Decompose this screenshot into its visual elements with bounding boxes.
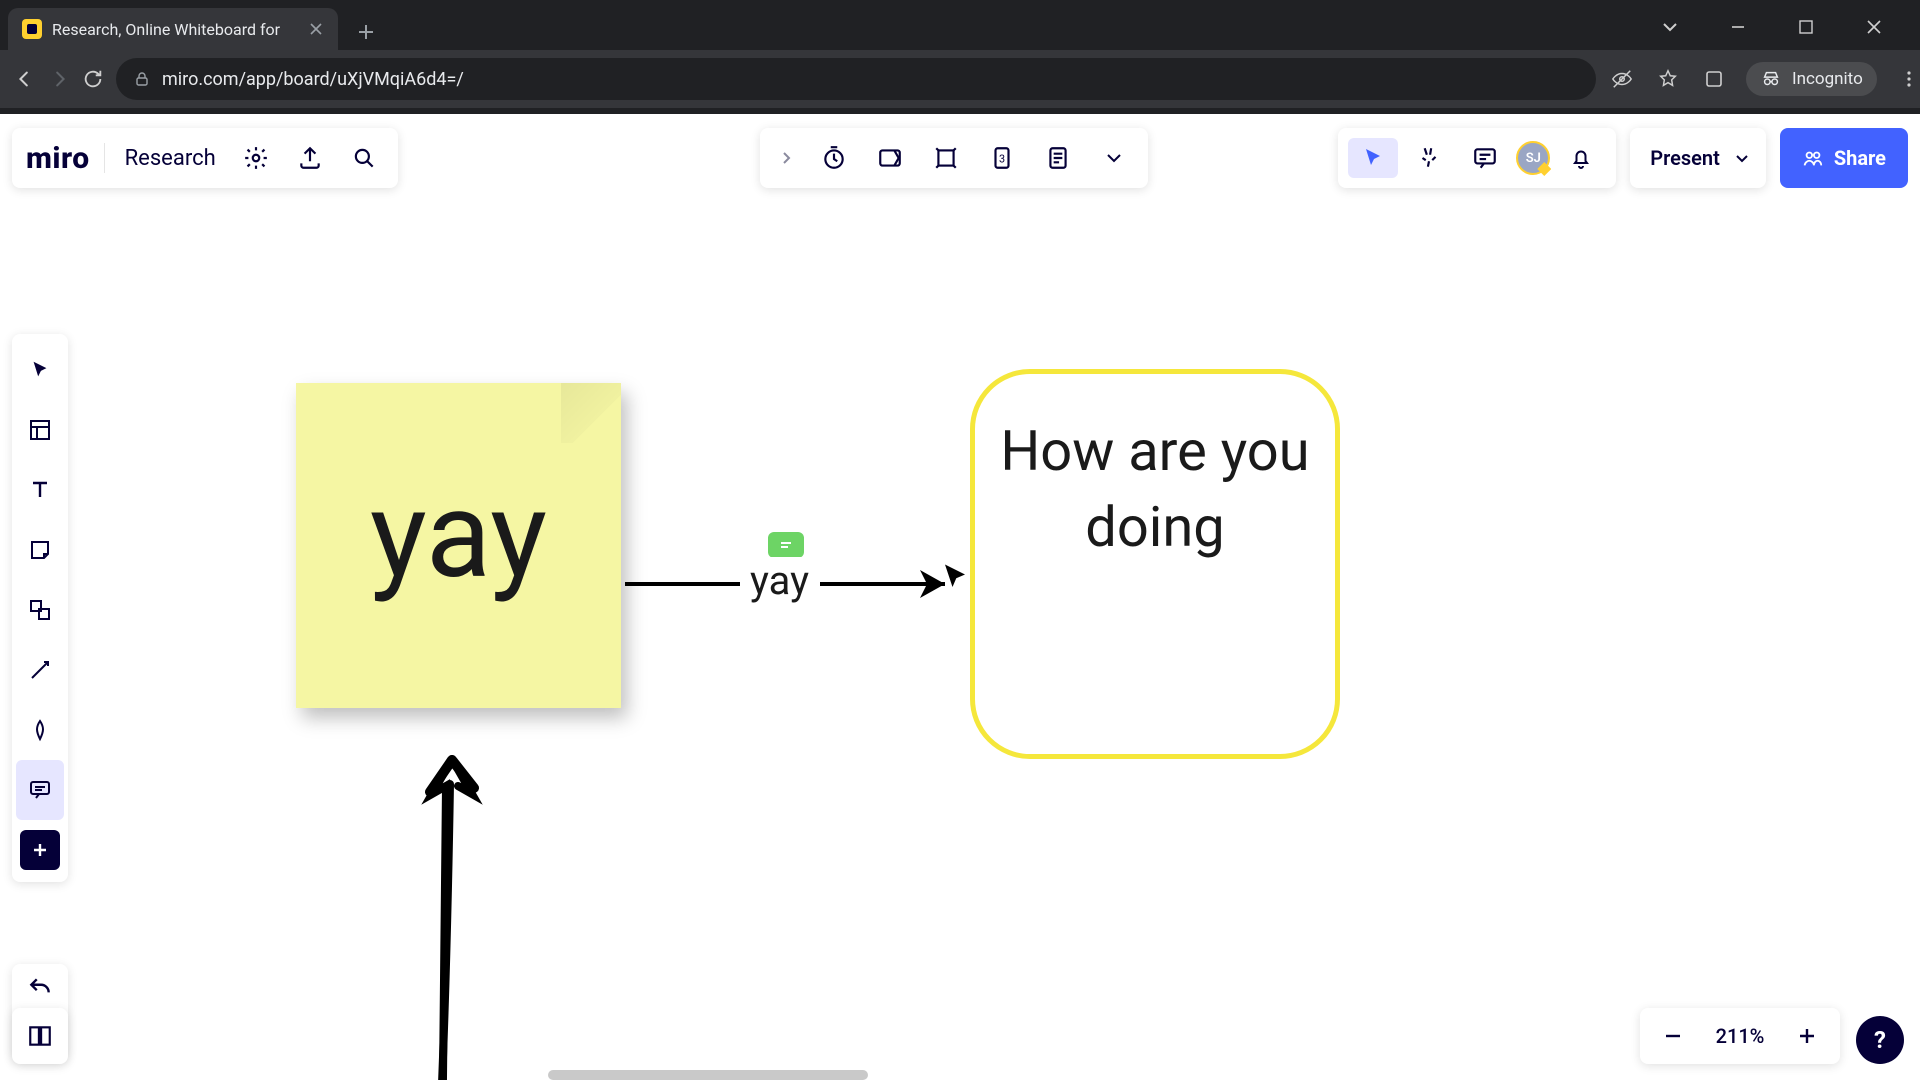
connector-label[interactable]: yay: [746, 557, 813, 604]
tab-title: Research, Online Whiteboard for: [52, 20, 298, 39]
eye-off-icon[interactable]: [1608, 65, 1636, 93]
help-button[interactable]: ?: [1856, 1016, 1904, 1064]
zoom-value[interactable]: 211%: [1700, 1024, 1780, 1048]
sticky-note-text[interactable]: yay: [370, 476, 547, 596]
miro-favicon: [22, 19, 42, 39]
chevron-down-icon[interactable]: [1730, 150, 1754, 166]
incognito-label: Incognito: [1792, 69, 1863, 89]
estimation-button[interactable]: 3: [976, 138, 1028, 178]
window-close-button[interactable]: [1854, 12, 1894, 42]
timer-button[interactable]: [808, 138, 860, 178]
incognito-icon: [1760, 68, 1782, 90]
window-minimize-button[interactable]: [1718, 12, 1758, 42]
settings-button[interactable]: [236, 138, 276, 178]
share-label: Share: [1834, 146, 1886, 170]
cursor-tool-button[interactable]: [1348, 138, 1398, 178]
remote-cursor-icon: [940, 562, 970, 592]
new-tab-button[interactable]: [348, 14, 384, 50]
pen-tool[interactable]: [16, 700, 64, 760]
zoom-out-button[interactable]: [1650, 1013, 1696, 1059]
horizontal-scrollbar[interactable]: [548, 1070, 868, 1080]
address-bar-right: Incognito: [1608, 62, 1920, 96]
frames-panel-button[interactable]: [12, 1008, 68, 1064]
shapes-tool[interactable]: [16, 580, 64, 640]
connection-line-tool[interactable]: [16, 640, 64, 700]
chevron-down-icon[interactable]: [1650, 12, 1690, 42]
undo-button[interactable]: [27, 975, 53, 1001]
avatar-initials: SJ: [1526, 151, 1541, 166]
lock-icon: [134, 71, 150, 87]
text-tool[interactable]: [16, 460, 64, 520]
miro-logo[interactable]: miro: [26, 141, 90, 176]
board-header-right: SJ Present Share: [1338, 128, 1908, 188]
sticky-fold-icon: [561, 383, 621, 443]
divider: [104, 143, 105, 173]
shape-text[interactable]: How are you doing: [975, 414, 1335, 565]
board-name[interactable]: Research: [119, 146, 222, 171]
bookmark-star-icon[interactable]: [1654, 65, 1682, 93]
zoom-in-button[interactable]: [1784, 1013, 1830, 1059]
sticky-note-tool[interactable]: [16, 520, 64, 580]
browser-menu-icon[interactable]: [1895, 65, 1920, 93]
browser-reload-button[interactable]: [82, 61, 104, 97]
comment-tool[interactable]: [16, 760, 64, 820]
svg-text:3: 3: [999, 152, 1005, 165]
select-tool[interactable]: [16, 340, 64, 400]
miro-app: miro Research 3 SJ Present Share: [0, 114, 1920, 1080]
rounded-rectangle-shape[interactable]: How are you doing: [970, 369, 1340, 759]
more-tools-button[interactable]: [20, 830, 60, 870]
note-button[interactable]: [1032, 138, 1084, 178]
share-button[interactable]: Share: [1780, 128, 1908, 188]
left-toolbar: [12, 334, 68, 882]
browser-address-bar: miro.com/app/board/uXjVMqiA6d4=/ Incogni…: [0, 50, 1920, 108]
extensions-icon[interactable]: [1700, 65, 1728, 93]
browser-chrome: Research, Online Whiteboard for miro.com…: [0, 0, 1920, 114]
notifications-button[interactable]: [1556, 138, 1606, 178]
collab-tools: SJ: [1338, 128, 1616, 188]
comments-button[interactable]: [1460, 138, 1510, 178]
browser-back-button[interactable]: [14, 61, 36, 97]
zoom-controls: 211%: [1640, 1008, 1840, 1064]
window-controls: [1650, 12, 1912, 50]
browser-omnibox[interactable]: miro.com/app/board/uXjVMqiA6d4=/: [116, 58, 1596, 100]
sticky-note[interactable]: yay: [296, 383, 621, 708]
reactions-button[interactable]: [1404, 138, 1454, 178]
top-apps-toolbar: 3: [760, 128, 1148, 188]
export-button[interactable]: [290, 138, 330, 178]
browser-titlebar: Research, Online Whiteboard for: [0, 0, 1920, 50]
browser-tab[interactable]: Research, Online Whiteboard for: [8, 8, 338, 50]
omnibox-url: miro.com/app/board/uXjVMqiA6d4=/: [162, 69, 1578, 90]
templates-tool[interactable]: [16, 400, 64, 460]
board-header-left: miro Research: [12, 128, 398, 188]
user-avatar[interactable]: SJ: [1516, 141, 1550, 175]
people-icon: [1802, 147, 1824, 169]
window-maximize-button[interactable]: [1786, 12, 1826, 42]
present-label: Present: [1650, 146, 1720, 170]
attention-button[interactable]: [920, 138, 972, 178]
connector-comment-icon[interactable]: [768, 532, 804, 558]
search-button[interactable]: [344, 138, 384, 178]
help-label: ?: [1874, 1026, 1886, 1054]
more-apps-button[interactable]: [1088, 138, 1140, 178]
freehand-arrow[interactable]: [402, 754, 502, 1080]
expand-toolbar-icon[interactable]: [768, 150, 804, 166]
incognito-chip[interactable]: Incognito: [1746, 62, 1877, 96]
browser-forward-button[interactable]: [48, 61, 70, 97]
voting-button[interactable]: [864, 138, 916, 178]
tab-close-icon[interactable]: [308, 21, 324, 37]
present-button[interactable]: Present: [1630, 128, 1766, 188]
